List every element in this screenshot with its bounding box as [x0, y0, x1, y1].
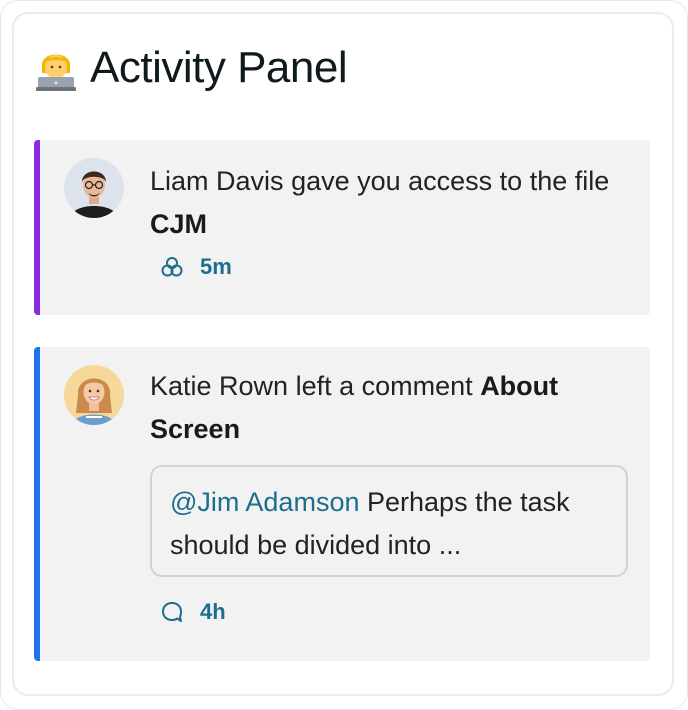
activity-user[interactable]: Katie Rown [150, 371, 288, 401]
technologist-emoji-icon [36, 54, 76, 91]
comment-preview[interactable]: @Jim Adamson Perhaps the task should be … [150, 465, 628, 577]
comment-icon [162, 602, 182, 622]
comment-mention[interactable]: @Jim Adamson [170, 487, 359, 517]
avatar-katie-rown[interactable] [64, 365, 124, 425]
share-icon [161, 257, 183, 277]
activity-message: Liam Davis gave you access to the file C… [150, 160, 630, 246]
activity-message: Katie Rown left a comment About Screen [150, 365, 630, 451]
panel-title: Activity Panel [90, 43, 348, 92]
activity-action: gave you access to the file [291, 166, 610, 196]
avatar-image [64, 365, 124, 425]
activity-meta: 4h [160, 599, 226, 625]
activity-time: 5m [200, 254, 232, 279]
activity-user[interactable]: Liam Davis [150, 166, 284, 196]
card-accent-bar [34, 140, 40, 315]
activity-card[interactable]: Liam Davis gave you access to the file C… [34, 140, 650, 315]
avatar-image [64, 158, 124, 218]
activity-action: left a comment [295, 371, 473, 401]
avatar-liam-davis[interactable] [64, 158, 124, 218]
panel-header: Activity Panel [34, 40, 348, 96]
activity-card[interactable]: Katie Rown left a comment About Screen @… [34, 347, 650, 661]
activity-meta: 5m [160, 254, 232, 280]
activity-time: 4h [200, 599, 226, 624]
activity-target[interactable]: CJM [150, 209, 207, 239]
card-accent-bar [34, 347, 40, 661]
